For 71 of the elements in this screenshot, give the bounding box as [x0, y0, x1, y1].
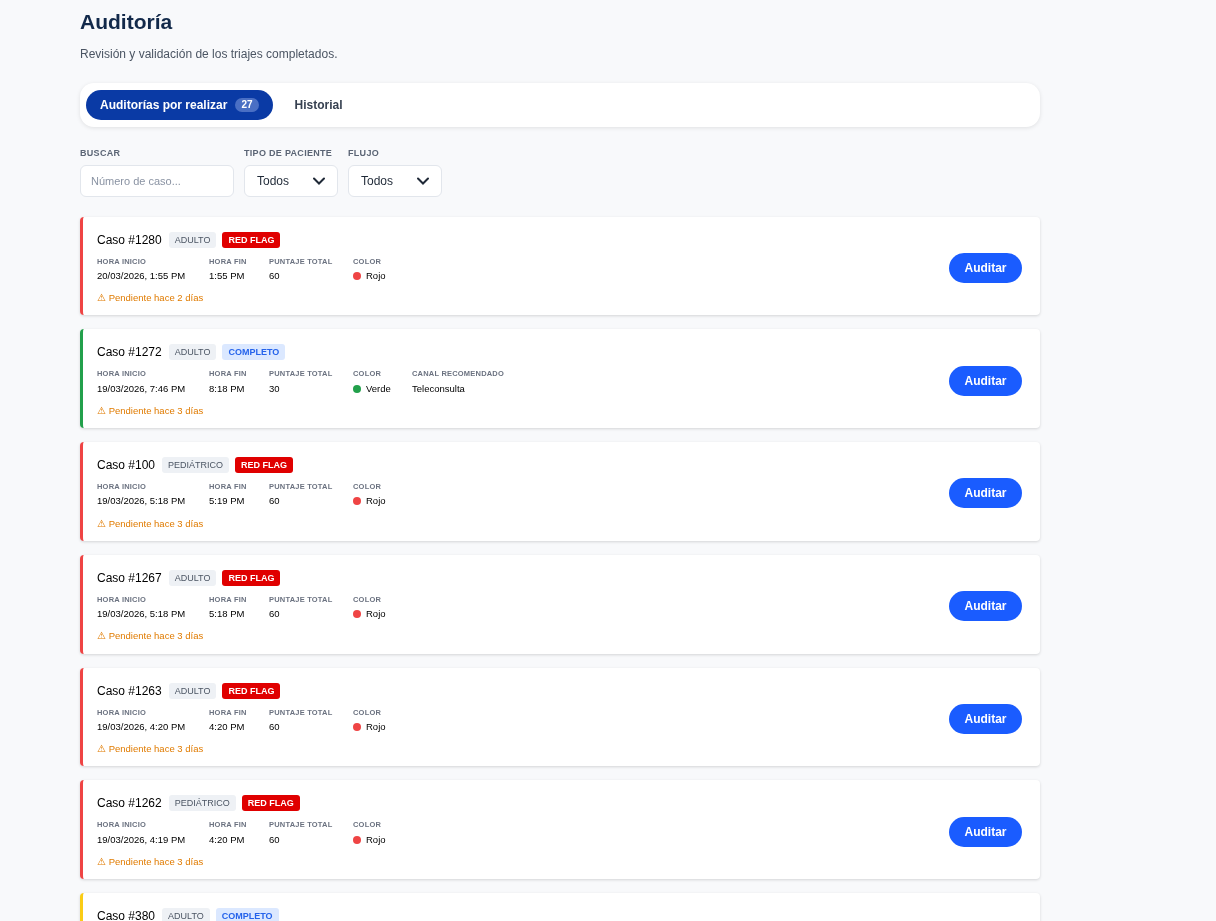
chevron-down-icon: [417, 176, 429, 185]
case-title: Caso #1280: [97, 231, 162, 249]
field-value: 30: [269, 381, 281, 396]
audit-button[interactable]: Auditar: [949, 816, 1022, 847]
patient-tag: ADULTO: [168, 569, 217, 586]
status-tag: RED FLAG: [222, 569, 281, 586]
case-title: Caso #100: [97, 457, 156, 474]
field-value: Rojo: [366, 494, 386, 509]
audit-button[interactable]: Auditar: [949, 478, 1022, 509]
status-tag: COMPLETO: [215, 908, 279, 921]
field-value: 60: [269, 719, 281, 734]
pending-notice: ⚠ Pendiente hace 2 días: [97, 291, 205, 305]
filter-label: TIPO DE PACIENTE: [244, 147, 334, 160]
field-value: 60: [269, 268, 281, 283]
case-title: Caso #1272: [97, 344, 162, 362]
field-value: Rojo: [366, 607, 386, 621]
status-tag: RED FLAG: [241, 795, 300, 812]
select-field[interactable]: Todos: [244, 164, 338, 197]
patient-tag: ADULTO: [168, 682, 217, 699]
tab[interactable]: Auditorías por realizar 27: [86, 90, 273, 120]
field-value: 60: [269, 494, 281, 509]
filter-label: BUSCAR: [80, 147, 122, 160]
field-value: Rojo: [366, 268, 386, 283]
patient-tag: PEDIÁTRICO: [168, 795, 236, 812]
case-title: Caso #380: [97, 908, 156, 921]
field-value: 8:18 PM: [209, 381, 246, 396]
field-value: 4:20 PM: [209, 719, 246, 734]
status-tag: RED FLAG: [222, 682, 281, 699]
count-badge: 27: [235, 98, 259, 112]
filter-label: FLUJO: [348, 147, 380, 160]
tab[interactable]: Historial: [280, 90, 357, 120]
search-field[interactable]: Número de caso...: [80, 164, 234, 197]
status-tag: COMPLETO: [222, 344, 286, 361]
field-value: 60: [269, 607, 281, 621]
status-tag: RED FLAG: [235, 457, 294, 473]
case-title: Caso #1267: [97, 569, 162, 587]
field-value: 19/03/2026, 5:18 PM: [97, 494, 187, 509]
field-value: 20/03/2026, 1:55 PM: [97, 268, 187, 283]
pending-notice: ⚠ Pendiente hace 3 días: [97, 854, 205, 869]
field-value: Teleconsulta: [412, 381, 466, 396]
field-value: Rojo: [366, 719, 386, 734]
audit-button[interactable]: Auditar: [949, 252, 1022, 283]
field-value: Rojo: [366, 832, 386, 847]
audit-button[interactable]: Auditar: [949, 703, 1022, 734]
status-tag: RED FLAG: [222, 231, 281, 248]
audit-button[interactable]: Auditar: [949, 365, 1022, 396]
field-value: 19/03/2026, 7:46 PM: [97, 381, 187, 396]
field-value: 4:20 PM: [209, 832, 246, 847]
case-title: Caso #1263: [97, 682, 162, 700]
field-value: 60: [269, 832, 281, 847]
page-subtitle: Revisión y validación de los triajes completados.: [80, 46, 339, 63]
pending-notice: ⚠ Pendiente hace 3 días: [97, 516, 205, 531]
case-title: Caso #1262: [97, 795, 162, 813]
page-title: Auditoría: [80, 9, 174, 35]
field-value: 19/03/2026, 5:18 PM: [97, 607, 187, 621]
pending-notice: ⚠ Pendiente hace 3 días: [97, 629, 205, 644]
pending-notice: ⚠ Pendiente hace 3 días: [97, 403, 205, 418]
patient-tag: ADULTO: [162, 908, 210, 921]
pending-notice: ⚠ Pendiente hace 3 días: [97, 742, 205, 756]
audit-button[interactable]: Auditar: [949, 591, 1022, 622]
patient-tag: PEDIÁTRICO: [162, 457, 230, 473]
field-value: Verde: [366, 381, 391, 396]
field-value: 19/03/2026, 4:19 PM: [97, 832, 187, 847]
field-value: 19/03/2026, 4:20 PM: [97, 719, 187, 734]
field-value: 1:55 PM: [209, 268, 246, 283]
select-field[interactable]: Todos: [348, 164, 442, 197]
patient-tag: ADULTO: [168, 231, 217, 248]
chevron-down-icon: [313, 176, 325, 185]
field-value: 5:19 PM: [209, 494, 246, 509]
patient-tag: ADULTO: [168, 344, 217, 361]
field-value: 5:18 PM: [209, 607, 246, 621]
